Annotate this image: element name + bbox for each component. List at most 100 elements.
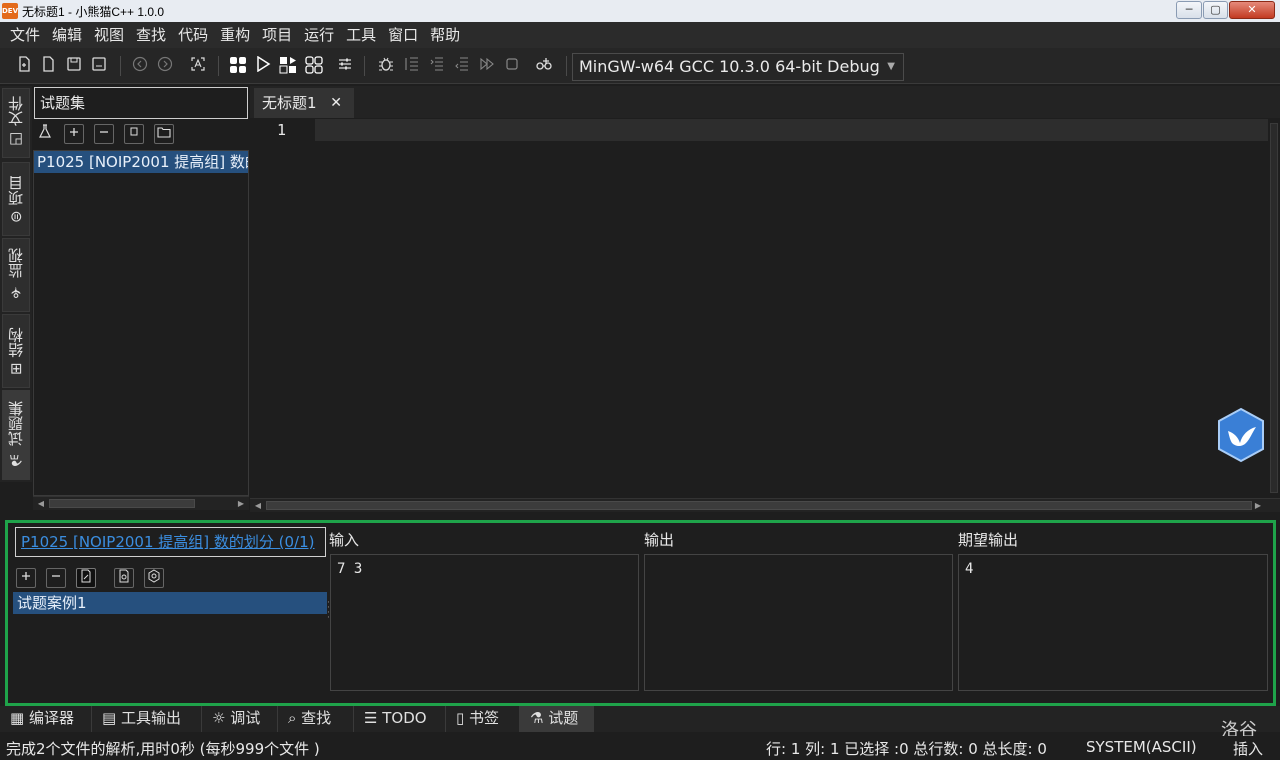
menu-run[interactable]: 运行 xyxy=(298,22,340,48)
compile-icon[interactable] xyxy=(228,56,248,76)
problem-list-scrollbar[interactable]: ◀ ▶ xyxy=(33,496,249,510)
maximize-button[interactable]: ▢ xyxy=(1203,1,1228,19)
window-title: 无标题1 - 小熊猫C++ 1.0.0 xyxy=(22,5,165,19)
bottom-tab-bar: ▦ 编译器 ▤ 工具输出 ☼ 调试 ⌕ 查找 ☰ TODO ▯ 书签 ⚗ 试题 xyxy=(0,706,1280,732)
tab-todo[interactable]: ☰ TODO xyxy=(354,706,446,732)
problem-panel: P1025 [NOIP2001 提高组] 数的划分 (0/1) 试题案例1 · ·… xyxy=(5,520,1276,706)
tab-debug[interactable]: ☼ 调试 xyxy=(202,706,278,732)
problem-title-link[interactable]: P1025 [NOIP2001 提高组] 数的划分 (0/1) xyxy=(15,527,326,557)
assistant-bird-icon[interactable] xyxy=(1216,407,1266,463)
menu-window[interactable]: 窗口 xyxy=(382,22,424,48)
menu-file[interactable]: 文件 xyxy=(4,22,46,48)
settings-icon[interactable] xyxy=(144,568,164,588)
encoding-indicator[interactable]: SYSTEM(ASCII) xyxy=(1086,738,1197,756)
tab-find[interactable]: ⌕ 查找 xyxy=(278,706,354,732)
line-number-gutter: 1 xyxy=(250,119,314,499)
forward-icon[interactable] xyxy=(155,56,175,76)
debug-icon[interactable] xyxy=(376,56,396,76)
problem-list: P1025 [NOIP2001 提高组] 数的划分 xyxy=(33,150,249,496)
list-item[interactable]: P1025 [NOIP2001 提高组] 数的划分 xyxy=(34,151,248,173)
format-code-icon[interactable] xyxy=(188,56,208,76)
close-tab-icon[interactable]: ✕ xyxy=(330,88,342,118)
bug-icon: ☼ xyxy=(212,709,231,727)
tab-tool-output[interactable]: ▤ 工具输出 xyxy=(92,706,202,732)
watch-icon: ⚘ xyxy=(7,278,25,302)
scroll-left-icon[interactable]: ◀ xyxy=(252,499,264,512)
open-file-icon[interactable] xyxy=(38,56,58,76)
menu-refactor[interactable]: 重构 xyxy=(214,22,256,48)
expected-output-textarea[interactable]: 4 xyxy=(958,554,1268,691)
menu-tools[interactable]: 工具 xyxy=(340,22,382,48)
save-problem-set-button[interactable] xyxy=(124,124,144,144)
output-textarea[interactable] xyxy=(644,554,953,691)
scrollbar-thumb[interactable] xyxy=(1270,123,1278,493)
line-number: 1 xyxy=(276,121,286,139)
code-editor: 无标题1 ✕ 1 ◀ ▶ xyxy=(250,86,1280,512)
menu-code[interactable]: 代码 xyxy=(172,22,214,48)
edit-case-button[interactable] xyxy=(76,568,96,588)
title-bar: DEV 无标题1 - 小熊猫C++ 1.0.0 ─ ▢ ✕ xyxy=(0,0,1280,22)
save-icon[interactable] xyxy=(64,56,84,76)
input-textarea[interactable]: 7 3 xyxy=(330,554,639,691)
back-icon[interactable] xyxy=(130,56,150,76)
add-case-button[interactable] xyxy=(16,568,36,588)
scrollbar-thumb[interactable] xyxy=(49,499,195,508)
toolbar-separator xyxy=(120,56,121,76)
build-icon: ▦ xyxy=(10,709,29,727)
toolbar-separator xyxy=(364,56,365,76)
tab-structure[interactable]: ⊞ 结构 xyxy=(2,314,30,388)
scroll-left-icon[interactable]: ◀ xyxy=(35,497,47,510)
list-item[interactable]: 试题案例1 xyxy=(13,592,327,614)
step-over-icon[interactable] xyxy=(402,56,422,76)
project-icon: ⊜ xyxy=(7,205,25,223)
stop-icon[interactable] xyxy=(502,56,522,76)
editor-vertical-scrollbar[interactable] xyxy=(1268,119,1280,499)
new-file-icon[interactable] xyxy=(14,56,34,76)
code-text-area[interactable] xyxy=(315,119,1270,141)
problem-set-title[interactable]: 试题集 xyxy=(34,87,248,119)
tab-project[interactable]: ⊜ 项目 xyxy=(2,162,30,236)
editor-horizontal-scrollbar[interactable]: ◀ ▶ xyxy=(250,498,1280,512)
step-out-icon[interactable] xyxy=(452,56,472,76)
step-into-icon[interactable] xyxy=(427,56,447,76)
folder-icon: ◰ xyxy=(7,126,25,150)
save-all-icon[interactable] xyxy=(89,56,109,76)
tab-problem[interactable]: ⚗ 试题 xyxy=(520,706,594,732)
editor-tab[interactable]: 无标题1 ✕ xyxy=(254,88,354,118)
scroll-right-icon[interactable]: ▶ xyxy=(235,497,247,510)
input-label: 输入 xyxy=(329,531,360,549)
editor-tab-bar: 无标题1 ✕ xyxy=(250,86,1280,118)
close-button[interactable]: ✕ xyxy=(1229,1,1275,19)
menu-help[interactable]: 帮助 xyxy=(424,22,466,48)
search-icon: ⌕ xyxy=(288,709,302,727)
scroll-right-icon[interactable]: ▶ xyxy=(1252,499,1264,512)
open-problem-set-button[interactable] xyxy=(154,124,174,144)
tab-watch[interactable]: ⚘ 监视 xyxy=(2,238,30,312)
rebuild-icon[interactable] xyxy=(304,56,324,76)
compile-run-icon[interactable] xyxy=(278,56,298,76)
add-problem-button[interactable] xyxy=(64,124,84,144)
tab-files[interactable]: ◰ 文件 xyxy=(2,88,30,158)
tab-compiler[interactable]: ▦ 编译器 xyxy=(0,706,92,732)
tab-bookmarks[interactable]: ▯ 书签 xyxy=(446,706,520,732)
options-icon[interactable] xyxy=(335,56,355,76)
tab-problem-set[interactable]: ⚗ 试题集 xyxy=(2,390,30,480)
editor-tab-label: 无标题1 xyxy=(262,94,317,112)
minimize-button[interactable]: ─ xyxy=(1176,1,1202,19)
add-watch-icon[interactable] xyxy=(534,56,554,76)
flask-icon[interactable] xyxy=(35,124,55,144)
menu-project[interactable]: 项目 xyxy=(256,22,298,48)
remove-case-button[interactable] xyxy=(46,568,66,588)
menu-edit[interactable]: 编辑 xyxy=(46,22,88,48)
remove-problem-button[interactable] xyxy=(94,124,114,144)
continue-icon[interactable] xyxy=(477,56,497,76)
run-all-cases-button[interactable] xyxy=(114,568,134,588)
menu-find[interactable]: 查找 xyxy=(130,22,172,48)
problem-set-panel: 试题集 P1025 [NOIP2001 提高组] 数的划分 ◀ ▶ xyxy=(33,86,249,510)
structure-icon: ⊞ xyxy=(7,357,25,375)
scrollbar-thumb[interactable] xyxy=(266,501,1252,510)
run-icon[interactable] xyxy=(253,55,273,76)
menu-view[interactable]: 视图 xyxy=(88,22,130,48)
test-case-list: 试题案例1 xyxy=(13,592,327,690)
compiler-select[interactable]: MinGW-w64 GCC 10.3.0 64-bit Debug ▼ xyxy=(572,53,904,81)
